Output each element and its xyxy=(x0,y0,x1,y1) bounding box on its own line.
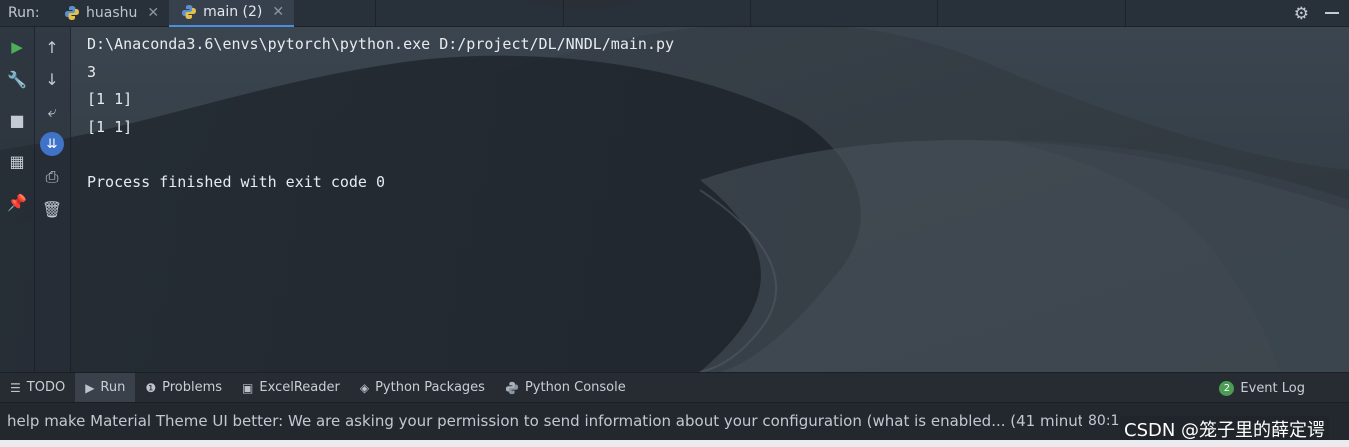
python-packages-label: Python Packages xyxy=(375,380,485,395)
python-console-label: Python Console xyxy=(524,380,626,395)
run-toolbar-left: ▶ 🔧 ■ ▦ 📌 xyxy=(0,27,35,372)
status-bar: help make Material Theme UI better: We a… xyxy=(0,402,1349,442)
console-line: [1 1] xyxy=(87,117,133,136)
python-icon xyxy=(505,381,519,394)
event-log-button[interactable]: 2 Event Log xyxy=(1219,373,1305,403)
tab-main-2-label: main (2) xyxy=(203,4,263,20)
python-icon xyxy=(182,5,197,19)
tool-window-bar: ☰ TODO ▶ Run ❶ Problems ▣ ExcelReader ◈ … xyxy=(0,372,1349,403)
console-output[interactable]: D:\Anaconda3.6\envs\pytorch\python.exe D… xyxy=(87,31,1327,196)
run-toolbar-right: ↑ ↓ ⤶ ⇊ ⎙ 🗑 xyxy=(35,27,71,372)
console-line: 3 xyxy=(87,62,97,81)
run-toolwindow-header: Run: huashu ✕ main (2) ✕ ⚙ xyxy=(0,0,1349,27)
gear-icon[interactable]: ⚙ xyxy=(1294,4,1309,24)
tab-main-2[interactable]: main (2) ✕ xyxy=(169,0,295,27)
problems-label: Problems xyxy=(162,380,223,395)
divider xyxy=(937,0,938,27)
run-label: Run: xyxy=(8,5,40,21)
divider xyxy=(563,0,564,27)
tab-huashu-label: huashu xyxy=(86,5,138,21)
console-line: Process finished with exit code 0 xyxy=(87,172,386,191)
window-bottom-edge xyxy=(0,440,1349,447)
stop-icon[interactable]: ■ xyxy=(5,108,29,132)
excelreader-button[interactable]: ▣ ExcelReader xyxy=(232,373,350,403)
divider xyxy=(750,0,751,27)
soft-wrap-icon[interactable]: ⤶ xyxy=(40,100,64,124)
console-line: [1 1] xyxy=(87,90,133,108)
trash-icon[interactable]: 🗑 xyxy=(40,197,64,221)
print-icon[interactable]: ⎙ xyxy=(40,165,64,189)
layout-icon[interactable]: ▦ xyxy=(5,149,29,173)
run-icon[interactable]: ▶ xyxy=(5,35,29,59)
python-console-button[interactable]: Python Console xyxy=(495,373,636,403)
todo-label: TODO xyxy=(26,380,66,395)
event-log-label: Event Log xyxy=(1240,380,1305,396)
list-icon: ☰ xyxy=(10,380,21,395)
scroll-to-end-icon[interactable]: ⇊ xyxy=(40,132,64,156)
info-icon: ❶ xyxy=(145,380,157,395)
wrench-icon[interactable]: 🔧 xyxy=(5,67,29,91)
minimize-icon[interactable] xyxy=(1325,12,1339,14)
close-icon[interactable]: ✕ xyxy=(272,4,284,20)
caret-position[interactable]: 80:1 xyxy=(1088,413,1119,429)
pin-icon[interactable]: 📌 xyxy=(5,190,29,214)
excelreader-label: ExcelReader xyxy=(259,380,340,395)
problems-button[interactable]: ❶ Problems xyxy=(135,373,232,403)
status-message[interactable]: help make Material Theme UI better: We a… xyxy=(7,412,1082,430)
event-count-badge: 2 xyxy=(1219,380,1235,396)
divider xyxy=(1125,0,1126,27)
arrow-down-icon[interactable]: ↓ xyxy=(40,67,64,91)
todo-button[interactable]: ☰ TODO xyxy=(0,373,75,403)
run-button[interactable]: ▶ Run xyxy=(75,372,136,403)
python-icon xyxy=(65,6,79,20)
divider xyxy=(375,0,376,27)
run-label: Run xyxy=(100,380,126,395)
tab-huashu[interactable]: huashu ✕ xyxy=(52,0,169,27)
python-packages-button[interactable]: ◈ Python Packages xyxy=(350,373,495,403)
console-line: D:\Anaconda3.6\envs\pytorch\python.exe D… xyxy=(87,35,674,53)
excel-icon: ▣ xyxy=(242,380,254,395)
close-icon[interactable]: ✕ xyxy=(147,5,159,21)
csdn-watermark: CSDN @笼子里的薛定谔 xyxy=(1120,416,1330,442)
arrow-up-icon[interactable]: ↑ xyxy=(40,35,64,59)
layers-icon: ◈ xyxy=(359,380,370,395)
play-icon: ▶ xyxy=(85,380,95,395)
